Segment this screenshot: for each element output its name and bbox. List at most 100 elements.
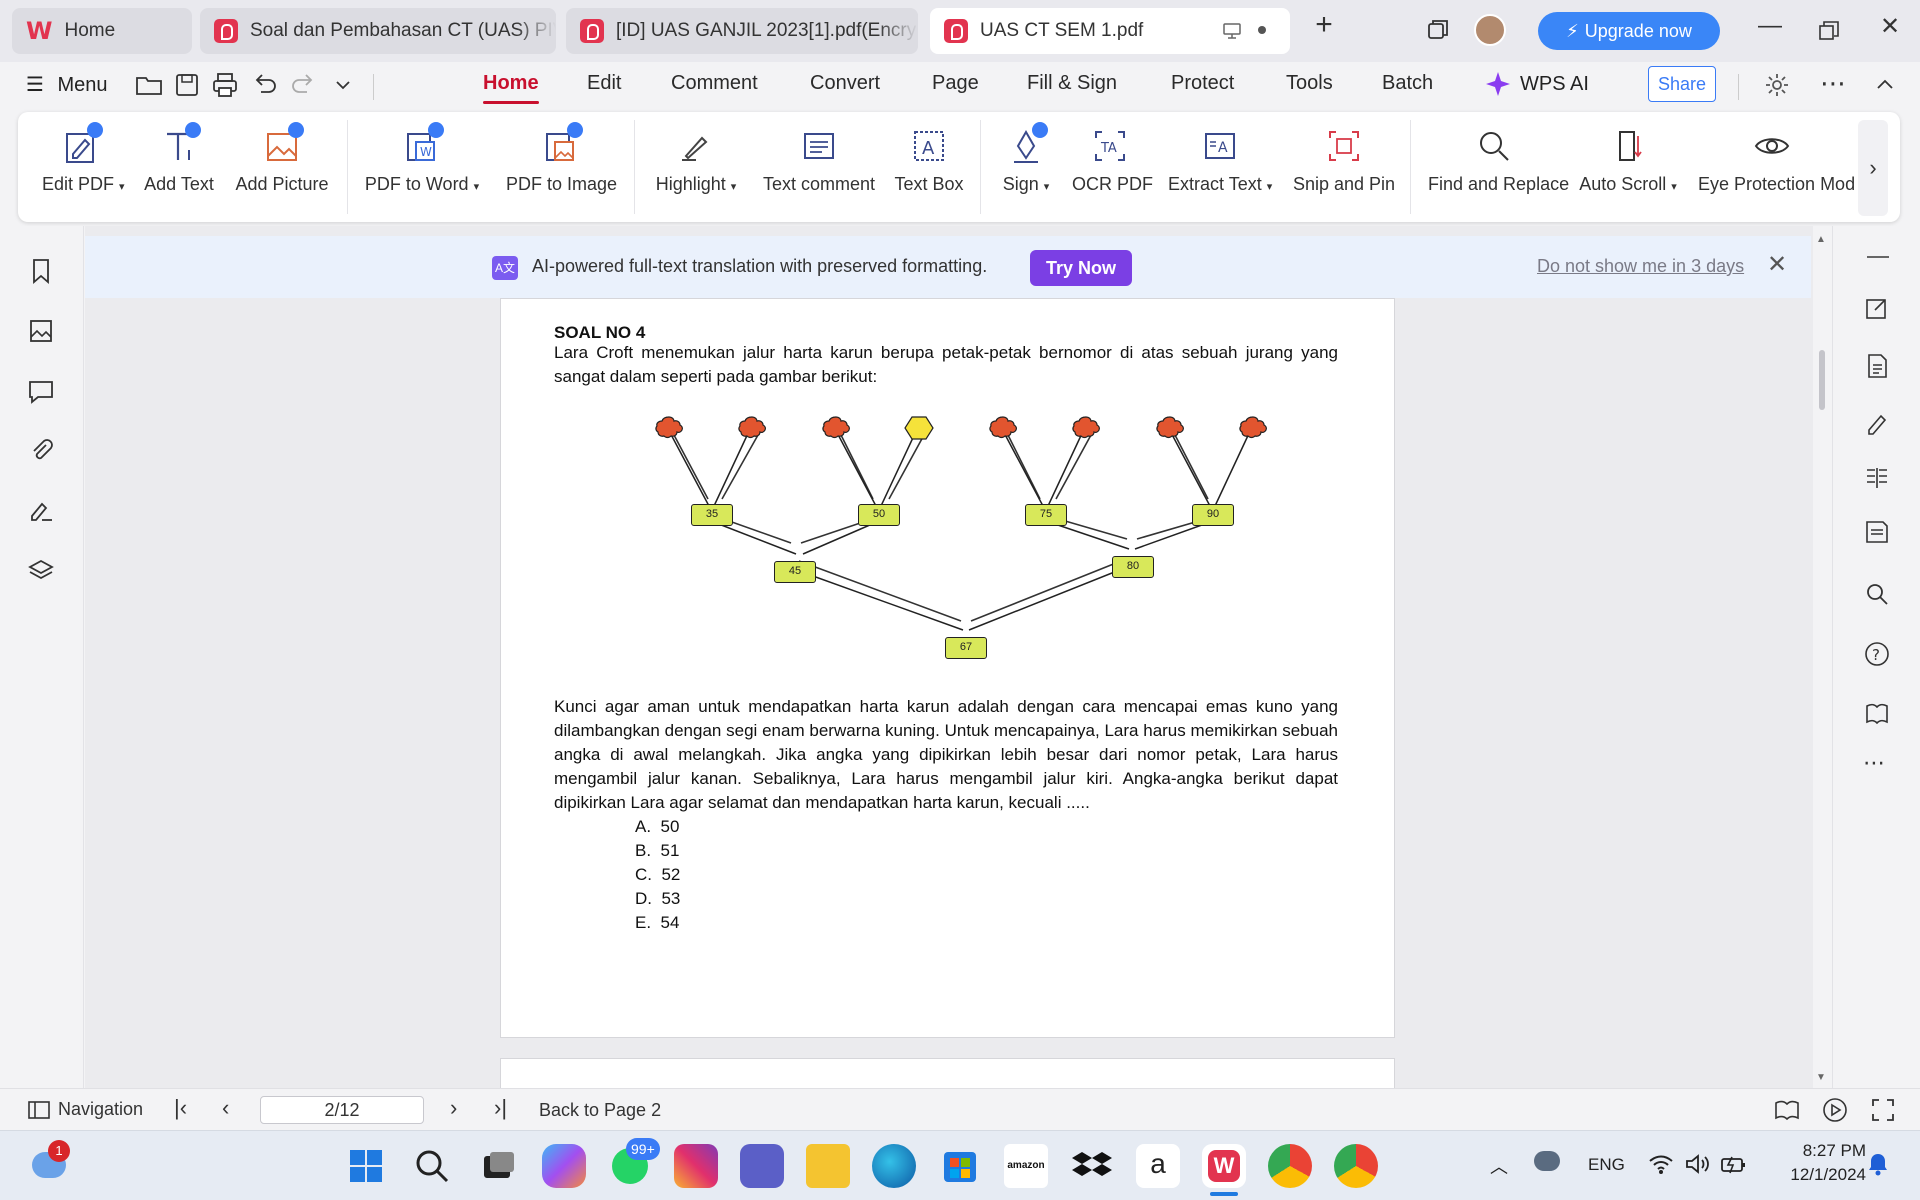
attachment-icon[interactable] [26,436,56,466]
navigation-toggle[interactable]: Navigation [28,1099,143,1120]
close-window-button[interactable]: ✕ [1870,12,1910,41]
clock[interactable]: 8:27 PM 12/1/2024 [1770,1141,1866,1185]
edge-icon[interactable] [872,1144,916,1188]
pen-icon[interactable] [1863,410,1891,438]
help-icon[interactable]: ? [1863,640,1891,668]
task-view-icon[interactable] [476,1144,520,1188]
play-icon[interactable] [1822,1097,1848,1123]
wifi-icon[interactable] [1648,1153,1674,1175]
volume-icon[interactable] [1684,1153,1710,1175]
book-icon[interactable] [1863,700,1891,728]
comment-icon[interactable] [26,376,56,406]
highlight-button[interactable]: Highlight ▾ [652,126,740,212]
collapse-icon[interactable] [1867,256,1889,258]
vertical-scrollbar[interactable]: ▲ ▼ [1813,226,1831,1088]
first-page-button[interactable]: |‹ [174,1095,187,1121]
tab-home[interactable]: W Home [12,8,192,54]
text-comment-button[interactable]: Text comment [763,126,875,212]
show-hidden-icons-button[interactable]: ︿ [1490,1153,1508,1179]
undo-icon[interactable] [250,70,280,100]
columns-icon[interactable] [1863,464,1891,492]
microsoft-store-icon[interactable] [938,1144,982,1188]
scrollbar-thumb[interactable] [1819,350,1825,410]
save-icon[interactable] [172,70,202,100]
pdf-to-image-button[interactable]: PDF to Image [506,122,617,212]
more-options-icon[interactable]: ⋯ [1820,68,1846,99]
minimize-button[interactable]: — [1750,12,1790,40]
previous-page-button[interactable]: ‹ [222,1095,229,1121]
restore-button[interactable] [1818,20,1840,42]
ribbon-scroll-right-button[interactable]: › [1858,120,1888,216]
fullscreen-icon[interactable] [1870,1097,1896,1123]
wps-ai-button[interactable]: WPS AI [1484,70,1589,98]
tab-comment[interactable]: Comment [671,72,758,95]
find-and-replace-button[interactable]: Find and Replace [1428,126,1569,212]
edit-pdf-button[interactable]: Edit PDF ▾ [42,122,125,212]
signature-icon[interactable] [26,496,56,526]
search-icon[interactable] [410,1144,454,1188]
notification-bell-icon[interactable] [1866,1151,1890,1177]
chrome-profile-icon[interactable] [1334,1144,1378,1188]
close-banner-icon[interactable]: ✕ [1767,250,1787,279]
more-tools-icon[interactable]: ⋯ [1863,750,1885,776]
sign-button[interactable]: Sign ▾ [998,122,1054,212]
dropbox-icon[interactable] [1070,1144,1114,1188]
start-icon[interactable] [344,1144,388,1188]
add-text-button[interactable]: Add Text [144,122,214,212]
last-page-button[interactable]: ›| [494,1095,507,1121]
gear-icon[interactable] [1762,70,1792,100]
back-to-page-link[interactable]: Back to Page 2 [539,1100,661,1121]
avatar[interactable] [1474,14,1506,46]
battery-icon[interactable] [1720,1153,1748,1175]
eye-protection-button[interactable]: Eye Protection Mod [1698,126,1858,212]
whatsapp-icon[interactable]: 99+ [608,1138,660,1188]
tab-convert[interactable]: Convert [810,72,880,95]
search-icon[interactable] [1863,580,1891,608]
next-page-button[interactable]: › [450,1095,457,1121]
window-switch-icon[interactable] [1426,18,1450,42]
menu-button[interactable]: ☰ Menu [26,72,108,97]
layers-icon[interactable] [26,556,56,586]
pdf-to-word-button[interactable]: W PDF to Word ▾ [364,122,480,212]
chrome-icon[interactable] [1268,1144,1312,1188]
language-indicator[interactable]: ENG [1588,1155,1625,1175]
text-box-button[interactable]: A Text Box [894,126,964,212]
auto-scroll-button[interactable]: Auto Scroll ▾ [1578,126,1678,212]
chevron-up-icon[interactable] [1870,70,1900,100]
tab-home[interactable]: Home [483,72,539,104]
page-number-input[interactable]: 2/12 [260,1096,424,1124]
bookmark-icon[interactable] [26,256,56,286]
wps-office-icon[interactable]: W [1202,1144,1246,1196]
redo-icon[interactable] [288,70,318,100]
scan-document-icon[interactable] [1863,518,1891,546]
document-viewer[interactable]: A文 AI-powered full-text translation with… [85,226,1831,1088]
dismiss-banner-link[interactable]: Do not show me in 3 days [1537,256,1744,277]
scroll-down-icon[interactable]: ▼ [1816,1072,1826,1083]
upgrade-button[interactable]: ⚡ Upgrade now [1538,12,1720,50]
thumbnail-icon[interactable] [26,316,56,346]
tab-document-2[interactable]: [ID] UAS GANJIL 2023[1].pdf(Encrypted) [566,8,918,54]
read-mode-icon[interactable] [1774,1099,1800,1121]
snip-and-pin-button[interactable]: Snip and Pin [1292,126,1396,212]
chevron-down-icon[interactable] [328,70,358,100]
tab-document-active[interactable]: UAS CT SEM 1.pdf [930,8,1290,54]
open-folder-icon[interactable] [134,70,164,100]
print-icon[interactable] [210,70,240,100]
file-explorer-icon[interactable] [806,1144,850,1188]
weather-icon[interactable]: 1 [28,1140,72,1188]
tab-edit[interactable]: Edit [587,72,621,95]
try-now-button[interactable]: Try Now [1030,250,1132,286]
tab-batch[interactable]: Batch [1382,72,1433,95]
share-button[interactable]: Share [1648,66,1716,102]
monitor-icon[interactable] [1222,22,1242,40]
tab-tools[interactable]: Tools [1286,72,1333,95]
extract-text-button[interactable]: A Extract Text ▾ [1168,126,1272,212]
teams-icon[interactable] [740,1144,784,1188]
tab-fill-sign[interactable]: Fill & Sign [1027,72,1117,95]
amazon-shopping-icon[interactable]: a [1136,1144,1180,1188]
copilot-icon[interactable] [542,1144,586,1188]
tab-document-1[interactable]: Soal dan Pembahasan CT (UAS) PIVOT [200,8,556,54]
instagram-icon[interactable] [674,1144,718,1188]
add-picture-button[interactable]: Add Picture [234,122,330,212]
new-tab-button[interactable]: + [1304,8,1344,42]
